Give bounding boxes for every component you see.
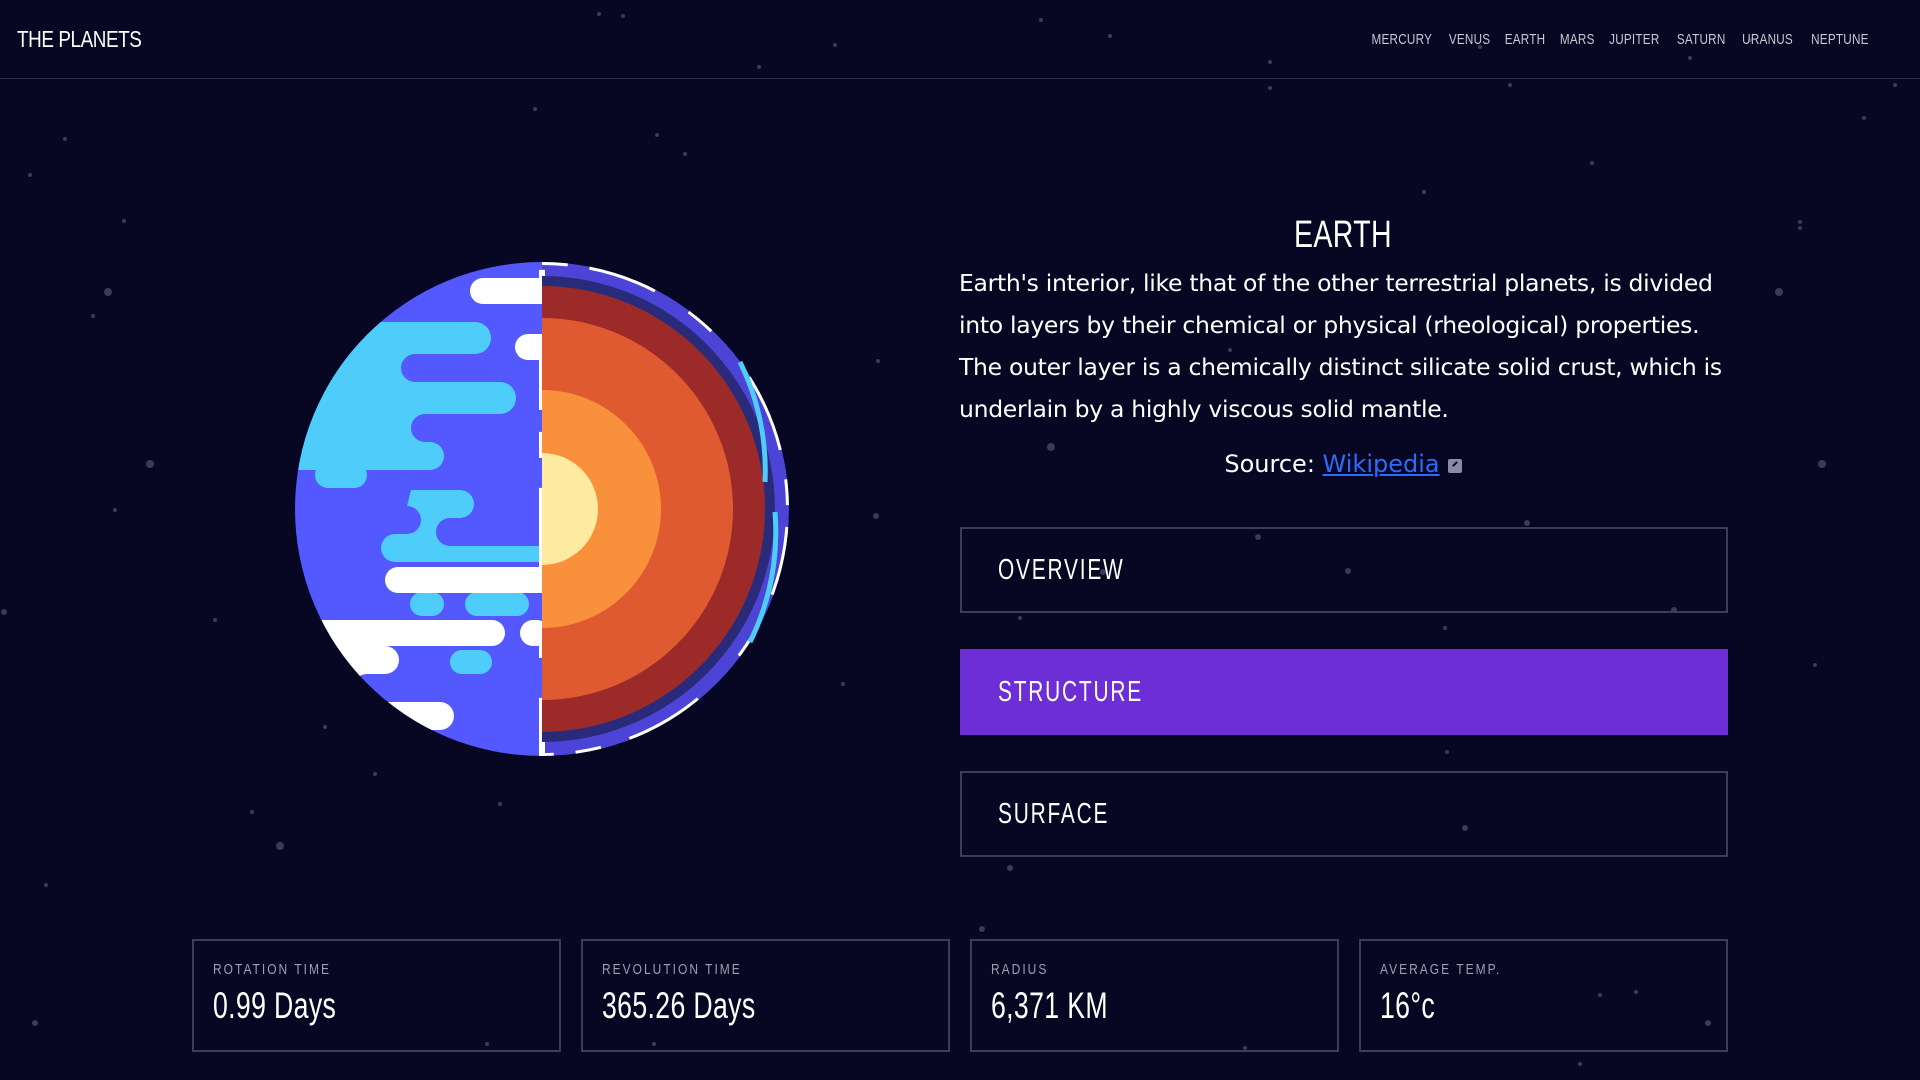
stat-label: ROTATION TIME — [213, 961, 331, 978]
nav-jupiter[interactable]: JUPITER — [1609, 31, 1659, 48]
stat-value: 6,371 KM — [991, 985, 1108, 1026]
nav-mercury[interactable]: MERCURY — [1371, 31, 1432, 48]
stat-average-temp: AVERAGE TEMP. 16°c — [1359, 939, 1728, 1052]
tab-surface-label: SURFACE — [998, 797, 1110, 830]
earth-structure-image — [295, 262, 789, 756]
nav-mars[interactable]: MARS — [1559, 31, 1594, 48]
planet-title: EARTH — [1294, 214, 1392, 256]
source-line: Source: Wikipedia — [959, 450, 1727, 478]
stat-rotation-time: ROTATION TIME 0.99 Days — [192, 939, 561, 1052]
top-header: THE PLANETS MERCURY VENUS EARTH MARS JUP… — [0, 0, 1920, 79]
nav-earth[interactable]: EARTH — [1505, 31, 1546, 48]
stat-value: 0.99 Days — [213, 985, 337, 1026]
wikipedia-link[interactable]: Wikipedia — [1323, 450, 1440, 478]
tab-overview[interactable]: OVERVIEW — [960, 527, 1728, 613]
tab-overview-label: OVERVIEW — [998, 553, 1125, 586]
stat-label: REVOLUTION TIME — [602, 961, 742, 978]
nav-saturn[interactable]: SATURN — [1677, 31, 1726, 48]
nav-uranus[interactable]: URANUS — [1742, 31, 1793, 48]
nav-venus[interactable]: VENUS — [1449, 31, 1490, 48]
stat-label: RADIUS — [991, 961, 1049, 978]
source-prefix: Source: — [1224, 450, 1323, 478]
tab-surface[interactable]: SURFACE — [960, 771, 1728, 857]
stat-revolution-time: REVOLUTION TIME 365.26 Days — [581, 939, 950, 1052]
planet-nav: MERCURY VENUS EARTH MARS JUPITER SATURN … — [1370, 31, 1870, 48]
nav-neptune[interactable]: NEPTUNE — [1811, 31, 1869, 48]
stat-radius: RADIUS 6,371 KM — [970, 939, 1339, 1052]
stat-value: 365.26 Days — [602, 985, 756, 1026]
planet-description: Earth's interior, like that of the other… — [959, 269, 1722, 423]
stat-label: AVERAGE TEMP. — [1380, 961, 1502, 978]
site-logo[interactable]: THE PLANETS — [17, 26, 142, 53]
tab-structure[interactable]: STRUCTURE — [960, 649, 1728, 735]
tab-structure-label: STRUCTURE — [998, 675, 1143, 708]
external-link-icon — [1447, 459, 1462, 473]
stat-value: 16°c — [1380, 985, 1436, 1026]
